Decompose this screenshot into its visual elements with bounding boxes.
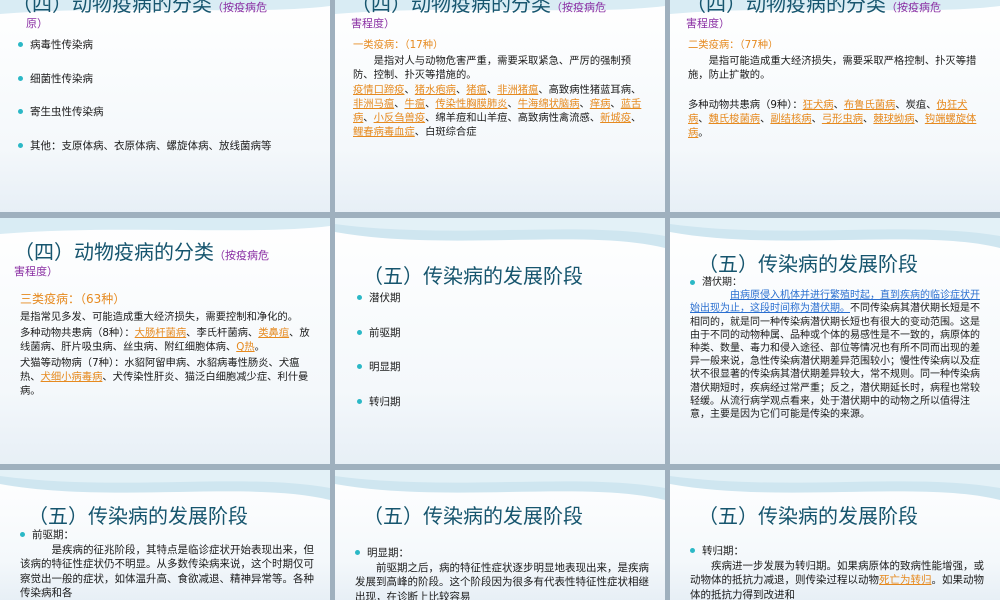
disease-link[interactable]: 大肠杆菌病 [135,327,186,339]
disease-link[interactable]: 类鼻疽 [258,327,289,339]
disease-link[interactable]: 牛瘟 [404,98,425,110]
slide-body: 三类疫病：（63种） 是指常见多发、可能造成重大经济损失，需要控制和净化的。 多… [20,292,316,398]
stage-label: 明显期： [355,546,651,561]
stage-label: 潜伏期： [690,276,988,289]
slide-thumbnail-9[interactable]: （五）传染病的发展阶段 转归期： 疾病进一步发展为转归期。如果病原体的致病性能增… [670,470,1000,600]
paragraph: 是指对人与动物危害严重，需要采取紧急、严厉的强制预防、控制、扑灭等措施的。 [353,55,632,81]
slide-body: 病毒性传染病 细菌性传染病 寄生虫性传染病 其他：支原体病、衣原体病、螺旋体病、… [18,38,316,153]
disease-link[interactable]: 疫情口蹄疫 [353,84,404,96]
disease-link[interactable]: 鲤春病毒血症 [353,126,415,138]
category-heading: 二类疫病：（77种） [688,39,779,51]
paragraph: 前驱期之后，病的特征性症状逐步明显地表现出来，是疾病发展到高峰的阶段。这个阶段因… [355,561,649,600]
paragraph: 多种动物共患病（9种）：狂犬病、布鲁氏菌病、炭疽、伪狂犬病、魏氏梭菌病、副结核病… [688,99,977,139]
category-heading: 一类疫病：（17种） [353,39,444,51]
paragraph: 由病原侵入机体并进行繁殖时起，直到疾病的临诊症状开始出现为止，这段时间称为潜伏期… [690,290,980,421]
disease-link[interactable]: 小反刍兽疫 [374,112,425,124]
slide-thumbnail-8[interactable]: （五）传染病的发展阶段 明显期： 前驱期之后，病的特征性症状逐步明显地表现出来，… [335,470,665,600]
slide-body: 潜伏期 前驱期 明显期 转归期 [357,291,651,409]
slide-body: 前驱期： 是疾病的征兆阶段，其特点是临诊症状开始表现出来，但该病的特征性症状仍不… [20,528,316,600]
paragraph: 多种动物共患病（8种）：大肠杆菌病、李氏杆菌病、类鼻疽、放线菌病、肝片吸虫病、丝… [20,327,310,353]
disease-link[interactable]: 传染性胸膜肺炎 [435,98,507,110]
slide-body: 二类疫病：（77种） 是指可能造成重大经济损失，需要采取严格控制、扑灭等措施，防… [688,38,986,140]
disease-link[interactable]: 狂犬病 [803,99,834,111]
slide-title: （五）传染病的发展阶段 [28,504,248,528]
slide-thumbnail-1[interactable]: （四）动物疫病的分类（按疫病危 原） 病毒性传染病 细菌性传染病 寄生虫性传染病… [0,0,330,212]
list-item: 明显期 [357,360,651,375]
disease-link[interactable]: 猪瘟 [466,84,487,96]
stage-label: 前驱期： [20,528,316,543]
slide-thumbnail-4[interactable]: （四）动物疫病的分类（按疫病危 害程度） 三类疫病：（63种） 是指常见多发、可… [0,218,330,464]
slide-thumbnail-5[interactable]: （五）传染病的发展阶段 潜伏期 前驱期 明显期 转归期 [335,218,665,464]
disease-link[interactable]: 非洲马瘟 [353,98,394,110]
slide-body: 明显期： 前驱期之后，病的特征性症状逐步明显地表现出来，是疾病发展到高峰的阶段。… [355,546,651,600]
list-item: 寄生虫性传染病 [18,105,316,120]
slide-title: （五）传染病的发展阶段 [363,264,583,288]
disease-link[interactable]: 棘球蚴病 [873,113,914,125]
disease-link[interactable]: 布鲁氏菌病 [844,99,895,111]
slide-thumbnail-6[interactable]: （五）传染病的发展阶段 潜伏期： 由病原侵入机体并进行繁殖时起，直到疾病的临诊症… [670,218,1000,464]
list-item: 细菌性传染病 [18,72,316,87]
list-item: 转归期 [357,395,651,410]
slide-thumbnail-7[interactable]: （五）传染病的发展阶段 前驱期： 是疾病的征兆阶段，其特点是临诊症状开始表现出来… [0,470,330,600]
list-item: 病毒性传染病 [18,38,316,53]
disease-link[interactable]: 犬细小病毒病 [41,371,103,383]
disease-link[interactable]: 猪水疱病 [415,84,456,96]
disease-link[interactable]: 副结核病 [770,113,811,125]
slide-body: 一类疫病：（17种） 是指对人与动物危害严重，需要采取紧急、严厉的强制预防、控制… [353,38,651,139]
stage-label: 转归期： [690,544,986,559]
slide-title: （五）传染病的发展阶段 [698,252,918,276]
paragraph: 犬猫等动物病（7种）：水貂阿留申病、水貂病毒性肠炎、犬瘟热、犬细小病毒病、犬传染… [20,357,309,397]
slide-body: 转归期： 疾病进一步发展为转归期。如果病原体的致病性能增强，或动物体的抵抗力减退… [690,544,986,600]
slide-title: （四）动物疫病的分类（按疫病危 害程度） [686,0,941,30]
list-item: 其他：支原体病、衣原体病、螺旋体病、放线菌病等 [18,139,316,154]
slide-thumbnail-2[interactable]: （四）动物疫病的分类（按疫病危 害程度） 一类疫病：（17种） 是指对人与动物危… [335,0,665,212]
slide-title: （四）动物疫病的分类（按疫病危 原） [12,0,267,30]
list-item: 潜伏期 [357,291,651,306]
paragraph: 疫情口蹄疫、猪水疱病、猪瘟、非洲猪瘟、高致病性猪蓝耳病、非洲马瘟、牛瘟、传染性胸… [353,84,642,138]
paragraph: 是指可能造成重大经济损失，需要采取严格控制、扑灭等措施，防止扩散的。 [688,55,977,81]
disease-link[interactable]: 弓形虫病 [822,113,863,125]
paragraph: 是指常见多发、可能造成重大经济损失，需要控制和净化的。 [20,311,299,323]
disease-link[interactable]: Q热 [236,341,254,353]
paragraph: 疾病进一步发展为转归期。如果病原体的致病性能增强，或动物体的抵抗力减退，则传染过… [690,559,984,600]
slide-title: （四）动物疫病的分类（按疫病危 害程度） [351,0,606,30]
outcome-link[interactable]: 死亡为转归 [879,574,932,586]
slide-title: （五）传染病的发展阶段 [698,504,918,528]
slide-body: 潜伏期： 由病原侵入机体并进行繁殖时起，直到疾病的临诊症状开始出现为止，这段时间… [690,276,988,421]
slide-title: （五）传染病的发展阶段 [363,504,583,528]
disease-link[interactable]: 牛海绵状脑病 [518,98,580,110]
slide-thumbnail-3[interactable]: （四）动物疫病的分类（按疫病危 害程度） 二类疫病：（77种） 是指可能造成重大… [670,0,1000,212]
disease-link[interactable]: 魏氏梭菌病 [709,113,760,125]
disease-link[interactable]: 非洲猪瘟 [497,84,538,96]
list-item: 前驱期 [357,326,651,341]
disease-link[interactable]: 痒病 [590,98,611,110]
disease-link[interactable]: 新城疫 [600,112,631,124]
slide-title: （四）动物疫病的分类（按疫病危 害程度） [14,240,269,278]
category-heading: 三类疫病：（63种） [20,292,126,306]
paragraph: 是疾病的征兆阶段，其特点是临诊症状开始表现出来，但该病的特征性症状仍不明显。从多… [20,543,314,600]
